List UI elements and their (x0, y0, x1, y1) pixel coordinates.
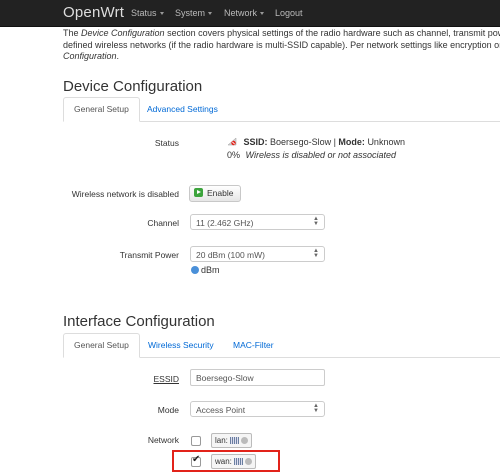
select-updown-icon: ▲ ▼ (313, 216, 319, 227)
status-note: Wireless is disabled or not associated (245, 150, 397, 160)
network-label: Network (147, 435, 179, 445)
nav-system-label: System (175, 8, 206, 18)
channel-select[interactable]: 11 (2.462 GHz) ▲ ▼ (190, 214, 325, 230)
description-line-2: defined wireless networks (if the radio … (63, 39, 500, 50)
wireless-status: SSID: Boersego-Slow | Mode: Unknown (227, 137, 405, 147)
status-label: Status (154, 138, 179, 148)
select-updown-icon: ▲ ▼ (313, 248, 319, 259)
signal-percent: 0% (227, 150, 241, 160)
network-lan-name: lan: (215, 436, 228, 445)
nav-status-menu[interactable]: Status (131, 8, 164, 18)
page-description: The Device Configuration section covers … (63, 28, 500, 63)
wifi-signal-icon (227, 137, 237, 146)
wireless-interface-icon (240, 437, 248, 444)
description-text: section covers physical settings of the … (164, 28, 500, 38)
power-unit: dBm (201, 265, 220, 275)
description-text: The (63, 28, 82, 38)
transmit-power-select[interactable]: 20 dBm (100 mW) ▲ ▼ (190, 246, 325, 262)
description-emphasis: Device Configuration (81, 28, 165, 38)
description-line-3: Configuration. (63, 51, 500, 63)
select-updown-icon: ▲ ▼ (313, 403, 319, 414)
nav-network-label: Network (224, 8, 258, 18)
essid-label: ESSID (153, 374, 179, 384)
tab-advanced-settings[interactable]: Advanced Settings (137, 98, 228, 120)
transmit-power-value: 20 dBm (100 mW) (196, 250, 265, 260)
ssid-value: Boersego-Slow (270, 137, 332, 147)
interface-config-title: Interface Configuration (63, 313, 215, 330)
transmit-power-label: Transmit Power (119, 250, 179, 260)
description-line-1: The Device Configuration section covers … (63, 28, 500, 40)
channel-value: 11 (2.462 GHz) (196, 218, 254, 228)
wireless-disabled-label: Wireless network is disabled (71, 189, 179, 199)
ethernet-port-icon (229, 437, 239, 444)
device-config-title: Device Configuration (63, 78, 203, 95)
info-icon (191, 266, 199, 274)
essid-input[interactable]: Boersego-Slow (190, 369, 325, 386)
tab-mac-filter[interactable]: MAC-Filter (223, 334, 284, 356)
enable-button-label: Enable (207, 188, 234, 198)
brand-logo[interactable]: OpenWrt (63, 4, 124, 21)
play-icon (194, 188, 203, 197)
ssid-prefix: SSID: (243, 137, 268, 147)
nav-logout-link[interactable]: Logout (275, 8, 303, 18)
enable-button[interactable]: Enable (189, 185, 242, 202)
power-unit-hint: dBm (191, 265, 220, 275)
nav-system-menu[interactable]: System (175, 8, 213, 18)
chevron-down-icon (159, 12, 164, 15)
channel-label: Channel (147, 218, 179, 228)
device-config-tabs: General Setup Advanced Settings (63, 97, 500, 122)
nav-status-label: Status (131, 8, 157, 18)
description-emphasis: Configuration (63, 51, 117, 61)
chevron-down-icon (260, 12, 265, 15)
nav-network-menu[interactable]: Network (224, 8, 265, 18)
status-detail: 0% Wireless is disabled or not associate… (227, 150, 396, 160)
highlight-annotation-box (172, 450, 280, 472)
network-lan-badge: lan: (211, 433, 252, 448)
mode-select[interactable]: Access Point ▲ ▼ (190, 401, 325, 417)
tab-wireless-security[interactable]: Wireless Security (138, 334, 224, 356)
mode-select-value: Access Point (196, 405, 246, 415)
tab-general-setup[interactable]: General Setup (63, 333, 140, 358)
network-lan-checkbox[interactable] (191, 436, 201, 446)
chevron-down-icon (208, 12, 213, 15)
interface-config-tabs: General Setup Wireless Security MAC-Filt… (63, 333, 500, 358)
mode-prefix: Mode: (338, 137, 365, 147)
tab-general-setup[interactable]: General Setup (63, 97, 140, 122)
mode-label: Mode (157, 405, 179, 415)
mode-value: Unknown (367, 137, 405, 147)
description-text: . (116, 51, 120, 61)
top-navbar: OpenWrt Status System Network Logout (0, 0, 500, 27)
